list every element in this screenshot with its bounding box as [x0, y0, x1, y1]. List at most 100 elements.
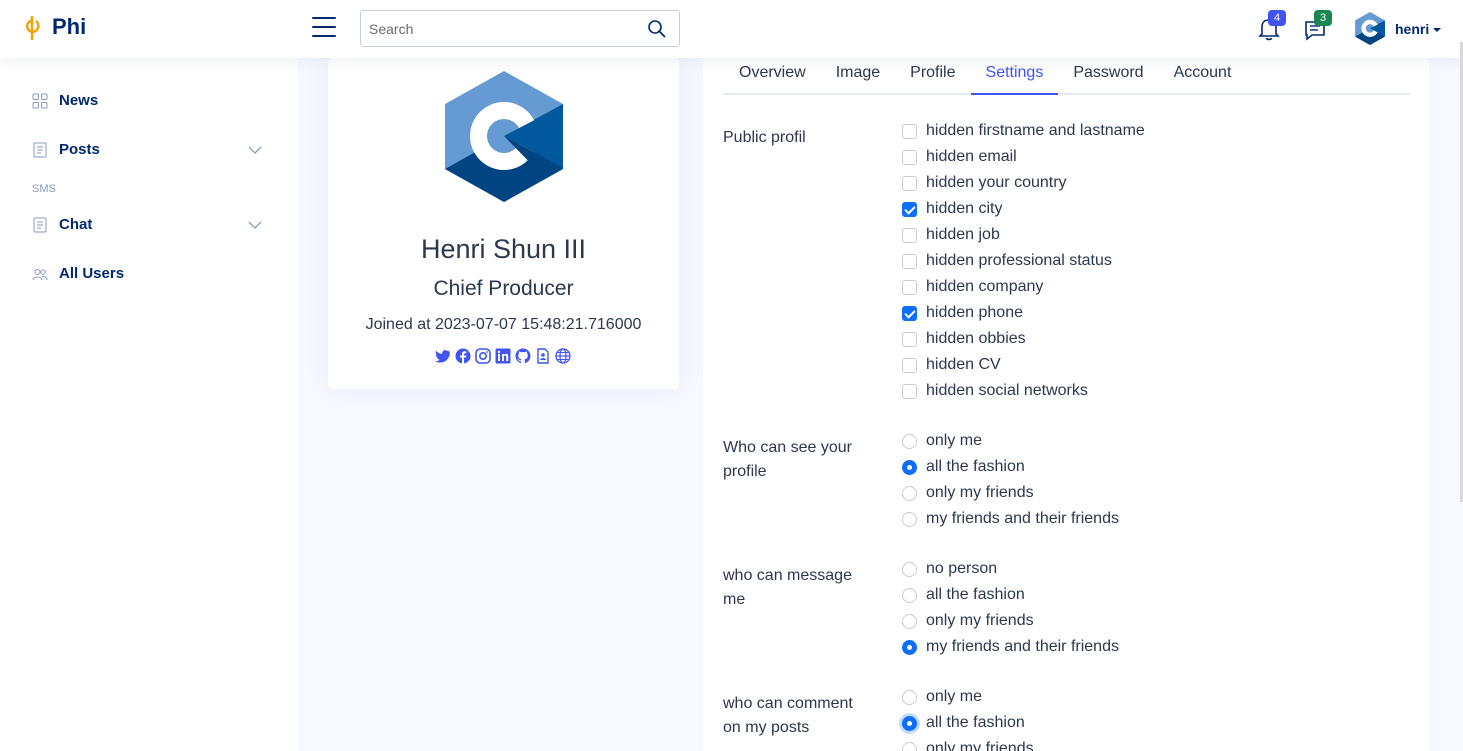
public-option[interactable]: hidden social networks — [902, 380, 1088, 402]
facebook-icon[interactable] — [455, 348, 471, 364]
messages-badge: 3 — [1314, 10, 1332, 26]
instagram-icon[interactable] — [475, 348, 491, 364]
tab-settings[interactable]: Settings — [970, 58, 1059, 95]
cv-icon[interactable] — [535, 348, 551, 364]
option-label: hidden email — [926, 148, 1017, 165]
sidebar-item-news[interactable]: News — [32, 92, 264, 109]
see-profile-option[interactable]: only me — [902, 430, 982, 452]
radio[interactable] — [902, 561, 917, 577]
option-label: hidden CV — [926, 356, 1001, 373]
sidebar-item-label: All Users — [59, 265, 125, 282]
radio[interactable] — [902, 485, 917, 501]
option-label: hidden firstname and lastname — [926, 122, 1145, 139]
comment-label: who can comment on my posts — [723, 695, 853, 736]
checkbox-checked[interactable] — [902, 305, 917, 321]
public-option[interactable]: hidden your country — [902, 172, 1067, 194]
option-label: no person — [926, 560, 998, 577]
option-label: only me — [926, 432, 983, 449]
checkbox[interactable] — [902, 175, 917, 191]
radio-selected[interactable] — [902, 715, 917, 731]
settings-panel: Overview Image Profile Settings Password… — [703, 58, 1429, 751]
option-label: only my friends — [926, 740, 1034, 751]
app-logo[interactable]: Phi — [22, 12, 86, 42]
option-label: all the fashion — [926, 714, 1025, 731]
sidebar-heading: SMS — [32, 183, 56, 195]
public-option[interactable]: hidden company — [902, 276, 1043, 298]
public-option[interactable]: hidden email — [902, 146, 1017, 168]
sidebar-item-label: Chat — [59, 216, 93, 233]
user-menu[interactable]: henri — [1355, 12, 1442, 45]
public-option[interactable]: hidden city — [902, 198, 1003, 220]
website-icon[interactable] — [555, 348, 571, 364]
tab-image[interactable]: Image — [821, 58, 895, 95]
comment-option[interactable]: all the fashion — [902, 712, 1025, 734]
linkedin-icon[interactable] — [495, 348, 511, 364]
option-label: hidden company — [926, 278, 1044, 295]
checkbox[interactable] — [902, 149, 917, 165]
option-label: hidden your country — [926, 174, 1067, 191]
chevron-down-icon[interactable] — [248, 220, 262, 230]
twitter-icon[interactable] — [435, 348, 451, 364]
comment-option[interactable]: only my friends — [902, 738, 1034, 751]
hamburger-icon — [312, 17, 336, 19]
public-option[interactable]: hidden CV — [902, 354, 1001, 376]
search-input[interactable] — [361, 11, 631, 46]
radio[interactable] — [902, 433, 917, 449]
public-option[interactable]: hidden phone — [902, 302, 1023, 324]
see-profile-option[interactable]: all the fashion — [902, 456, 1025, 478]
chevron-down-icon[interactable] — [248, 145, 262, 155]
radio[interactable] — [902, 587, 917, 603]
radio[interactable] — [902, 511, 917, 527]
see-profile-option[interactable]: only my friends — [902, 482, 1034, 504]
search-icon[interactable] — [647, 19, 667, 39]
notifications-button[interactable]: 4 — [1257, 10, 1286, 42]
tab-password[interactable]: Password — [1058, 58, 1158, 95]
checkbox-checked[interactable] — [902, 201, 917, 217]
document-icon — [33, 217, 47, 232]
checkbox[interactable] — [902, 227, 917, 243]
document-icon — [33, 142, 47, 157]
message-option[interactable]: no person — [902, 558, 997, 580]
checkbox[interactable] — [902, 383, 917, 399]
message-option[interactable]: all the fashion — [902, 584, 1025, 606]
user-avatar-icon — [1355, 12, 1385, 45]
comment-option[interactable]: only me — [902, 686, 982, 708]
checkbox[interactable] — [902, 331, 917, 347]
radio-selected[interactable] — [902, 639, 917, 655]
hamburger-line — [312, 26, 336, 28]
option-label: all the fashion — [926, 458, 1025, 475]
sidebar-item-posts[interactable]: Posts — [32, 141, 264, 158]
public-option[interactable]: hidden professional status — [902, 250, 1112, 272]
messages-button[interactable]: 3 — [1303, 10, 1332, 42]
checkbox[interactable] — [902, 279, 917, 295]
tab-profile[interactable]: Profile — [895, 58, 970, 95]
message-option[interactable]: only my friends — [902, 610, 1034, 632]
tab-overview[interactable]: Overview — [723, 58, 821, 95]
radio-selected[interactable] — [902, 459, 917, 475]
message-option[interactable]: my friends and their friends — [902, 636, 1119, 658]
radio[interactable] — [902, 613, 917, 629]
radio[interactable] — [902, 741, 917, 751]
menu-toggle-button[interactable] — [312, 17, 336, 39]
hamburger-line — [312, 35, 336, 37]
checkbox[interactable] — [902, 357, 917, 373]
see-profile-option[interactable]: my friends and their friends — [902, 508, 1119, 530]
people-icon — [32, 268, 48, 280]
option-label: all the fashion — [926, 586, 1025, 603]
sidebar-item-chat[interactable]: Chat — [32, 216, 264, 233]
radio[interactable] — [902, 689, 917, 705]
public-option[interactable]: hidden obbies — [902, 328, 1026, 350]
checkbox[interactable] — [902, 253, 917, 269]
profile-joined: Joined at 2023-07-07 15:48:21.716000 — [365, 316, 642, 333]
public-option[interactable]: hidden job — [902, 224, 1000, 246]
search-box — [360, 10, 680, 47]
sidebar-item-label: News — [59, 92, 99, 109]
profile-card: Henri Shun III Chief Producer Joined at … — [328, 58, 679, 389]
sidebar-item-label: Posts — [59, 141, 100, 158]
tab-account[interactable]: Account — [1159, 58, 1247, 95]
github-icon[interactable] — [515, 348, 531, 364]
profile-job: Chief Producer — [433, 277, 574, 300]
checkbox[interactable] — [902, 123, 917, 139]
sidebar-item-all-users[interactable]: All Users — [32, 265, 264, 282]
public-option[interactable]: hidden firstname and lastname — [902, 120, 1145, 142]
